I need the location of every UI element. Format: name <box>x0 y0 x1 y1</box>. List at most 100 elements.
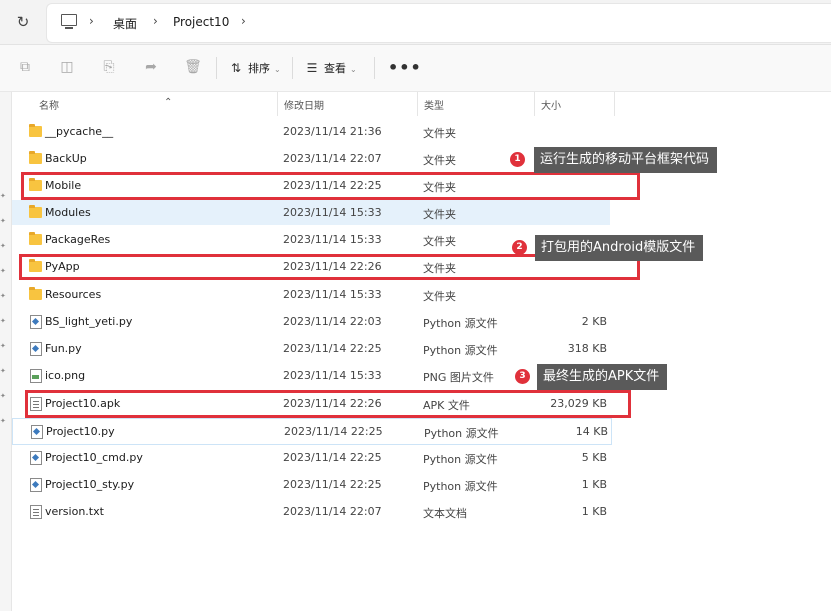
column-header-date[interactable]: 修改日期 <box>284 97 324 112</box>
file-date: 2023/11/14 15:33 <box>283 206 382 219</box>
file-date: 2023/11/14 22:25 <box>284 425 383 438</box>
file-name: Project10_sty.py <box>45 478 135 491</box>
python-file-icon <box>30 315 42 329</box>
pin-icon[interactable]: ✦ <box>0 192 8 200</box>
delete-icon[interactable]: 🗑 <box>184 58 202 76</box>
file-type: 文件夹 <box>423 127 456 140</box>
file-date: 2023/11/14 22:03 <box>283 315 382 328</box>
column-divider[interactable] <box>417 92 418 116</box>
file-type: 文件夹 <box>423 154 456 167</box>
file-row[interactable]: Project10_cmd.py 2023/11/14 22:25 Python… <box>12 445 610 470</box>
column-header-type[interactable]: 类型 <box>424 97 444 112</box>
file-size: 5 KB <box>581 451 607 464</box>
folder-icon <box>29 151 42 164</box>
chevron-down-icon: ⌄ <box>350 65 357 74</box>
toolbar-divider <box>216 57 217 79</box>
folder-icon <box>29 232 42 245</box>
file-row[interactable]: Resources 2023/11/14 15:33 文件夹 <box>12 282 610 307</box>
file-name: Project10_cmd.py <box>45 451 143 464</box>
column-divider[interactable] <box>534 92 535 116</box>
file-row[interactable]: __pycache__ 2023/11/14 21:36 文件夹 <box>12 119 610 144</box>
sort-ascending-icon: ⌃ <box>164 97 173 108</box>
folder-icon <box>29 205 42 218</box>
column-header-size[interactable]: 大小 <box>541 97 561 112</box>
pin-icon[interactable]: ✦ <box>0 217 8 225</box>
file-name: __pycache__ <box>45 125 114 138</box>
chevron-right-icon[interactable]: › <box>241 14 246 28</box>
breadcrumb-desktop[interactable]: 桌面 <box>113 15 137 32</box>
column-divider[interactable] <box>614 92 615 116</box>
sort-icon: ⇅ <box>230 61 242 75</box>
file-type: 文件夹 <box>423 290 456 303</box>
file-type: Python 源文件 <box>423 480 498 493</box>
paste-icon[interactable]: ◫ <box>58 58 76 76</box>
file-type: Python 源文件 <box>424 427 499 440</box>
pin-icon[interactable]: ✦ <box>0 267 8 275</box>
file-size: 1 KB <box>581 478 607 491</box>
file-row[interactable]: Fun.py 2023/11/14 22:25 Python 源文件 318 K… <box>12 336 610 361</box>
view-button[interactable]: ☰ 查看 ⌄ <box>304 60 357 76</box>
file-row[interactable]: Project10_sty.py 2023/11/14 22:25 Python… <box>12 472 610 497</box>
highlight-box-apk <box>25 390 631 418</box>
text-file-icon <box>30 505 42 519</box>
pin-icon[interactable]: ✦ <box>0 417 8 425</box>
sort-button[interactable]: ⇅ 排序 ⌄ <box>228 60 281 76</box>
pin-icon[interactable]: ✦ <box>0 292 8 300</box>
refresh-icon[interactable]: ↻ <box>14 13 32 31</box>
file-row[interactable]: version.txt 2023/11/14 22:07 文本文档 1 KB <box>12 499 610 524</box>
file-name: Resources <box>45 288 102 301</box>
sort-label: 排序 <box>248 62 270 75</box>
file-date: 2023/11/14 15:33 <box>283 288 382 301</box>
more-options-button[interactable]: ••• <box>388 58 422 77</box>
computer-icon[interactable] <box>61 14 77 29</box>
share-icon[interactable]: ➦ <box>142 58 160 76</box>
file-date: 2023/11/14 15:33 <box>283 369 382 382</box>
file-name: Fun.py <box>45 342 82 355</box>
chevron-down-icon: ⌄ <box>274 65 281 74</box>
python-file-icon <box>31 425 43 439</box>
file-size: 14 KB <box>575 425 608 438</box>
file-name: version.txt <box>45 505 104 518</box>
breadcrumb-project10[interactable]: Project10 <box>173 15 229 29</box>
file-type: Python 源文件 <box>423 317 498 330</box>
rename-icon[interactable]: ⎘ <box>100 58 118 76</box>
file-date: 2023/11/14 15:33 <box>283 233 382 246</box>
annotation-callout-3: 最终生成的APK文件 <box>537 364 668 390</box>
python-file-icon <box>30 451 42 465</box>
address-bar[interactable]: › 桌面 › Project10 › <box>46 3 831 43</box>
column-header-name[interactable]: 名称 <box>39 97 59 112</box>
file-name: BS_light_yeti.py <box>45 315 133 328</box>
file-type: PNG 图片文件 <box>423 371 494 384</box>
file-row-focused[interactable]: Project10.py 2023/11/14 22:25 Python 源文件… <box>12 418 612 445</box>
pin-icon[interactable]: ✦ <box>0 317 8 325</box>
annotation-callout-1: 运行生成的移动平台框架代码 <box>534 147 718 173</box>
command-toolbar: ⧉ ◫ ⎘ ➦ 🗑 ⇅ 排序 ⌄ ☰ 查看 ⌄ ••• <box>0 45 831 92</box>
pin-icon[interactable]: ✦ <box>0 342 8 350</box>
copy-icon[interactable]: ⧉ <box>16 58 34 76</box>
chevron-right-icon[interactable]: › <box>89 14 94 28</box>
column-divider[interactable] <box>277 92 278 116</box>
file-date: 2023/11/14 22:25 <box>283 342 382 355</box>
annotation-badge-1: 1 <box>510 152 525 167</box>
file-row[interactable]: BS_light_yeti.py 2023/11/14 22:03 Python… <box>12 309 610 334</box>
pin-icon[interactable]: ✦ <box>0 242 8 250</box>
pin-icon[interactable]: ✦ <box>0 392 8 400</box>
file-type: 文本文档 <box>423 507 467 520</box>
python-file-icon <box>30 478 42 492</box>
file-type: 文件夹 <box>423 235 456 248</box>
file-date: 2023/11/14 22:07 <box>283 152 382 165</box>
file-date: 2023/11/14 22:25 <box>283 478 382 491</box>
navigation-pane[interactable]: ✦ ✦ ✦ ✦ ✦ ✦ ✦ ✦ ✦ ✦ <box>0 92 12 611</box>
file-size: 318 KB <box>567 342 607 355</box>
toolbar-divider <box>292 57 293 79</box>
file-type: 文件夹 <box>423 208 456 221</box>
chevron-right-icon[interactable]: › <box>153 14 158 28</box>
file-type: Python 源文件 <box>423 344 498 357</box>
address-bar-region: ↻ › 桌面 › Project10 › <box>0 0 831 45</box>
pin-icon[interactable]: ✦ <box>0 367 8 375</box>
file-date: 2023/11/14 21:36 <box>283 125 382 138</box>
file-date: 2023/11/14 22:07 <box>283 505 382 518</box>
file-name: Modules <box>45 206 91 219</box>
file-row-selected[interactable]: Modules 2023/11/14 15:33 文件夹 <box>12 200 610 225</box>
image-file-icon <box>30 369 42 383</box>
